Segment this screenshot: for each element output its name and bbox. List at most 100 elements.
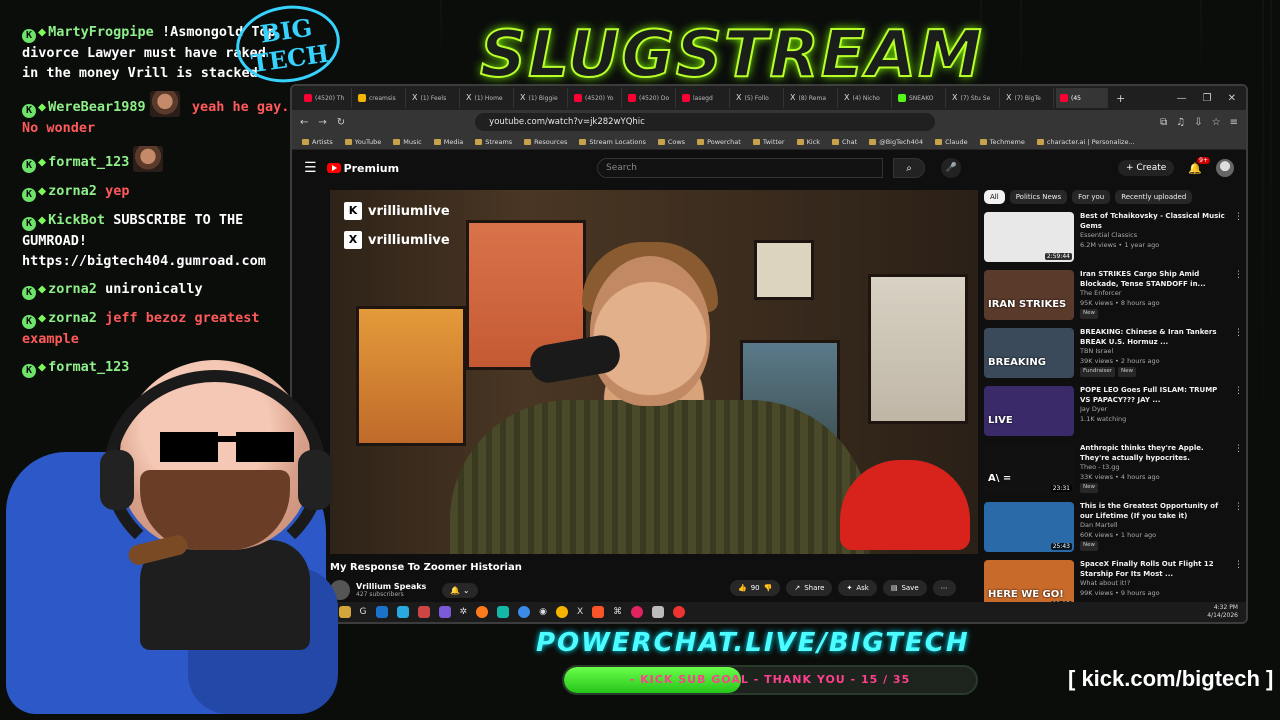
recommendation-channel[interactable]: What about it!? [1080, 579, 1228, 589]
recommendation-item[interactable]: IRAN STRIKES Iran STRIKES Cargo Ship Amid… [984, 270, 1243, 322]
edge-icon[interactable] [518, 606, 531, 618]
menu-icon[interactable]: ≡ [1230, 117, 1238, 128]
search-button[interactable]: ⌕ [893, 158, 926, 178]
more-options-icon[interactable]: ⋮ [1234, 444, 1243, 496]
create-button[interactable]: + Create [1117, 160, 1175, 176]
video-thumbnail[interactable]: LIVE [984, 386, 1074, 436]
recommendation-channel[interactable]: TBN Israel [1080, 347, 1228, 357]
browser-tab[interactable]: X (7) BigTe [1002, 88, 1054, 108]
recommendation-title[interactable]: This is the Greatest Opportunity of our … [1080, 502, 1228, 521]
bookmark-item[interactable]: Techmeme [980, 138, 1025, 146]
recommendation-item[interactable]: BREAKING BREAKING: Chinese & Iran Tankers… [984, 328, 1243, 380]
telegram-icon[interactable] [396, 606, 409, 618]
recommendation-item[interactable]: 25:43 This is the Greatest Opportunity of… [984, 502, 1243, 554]
recommendation-channel[interactable]: The Enforcer [1080, 289, 1228, 299]
bookmark-item[interactable]: Kick [797, 138, 820, 146]
video-thumbnail[interactable]: 2:59:44 [984, 212, 1074, 262]
forward-icon[interactable]: → [318, 117, 326, 128]
bookmark-item[interactable]: Chat [832, 138, 857, 146]
youtube-logo[interactable]: Premium [326, 162, 399, 175]
filter-chip[interactable]: All [984, 190, 1005, 204]
share-button[interactable]: ↗ Share [786, 580, 833, 596]
chat-username[interactable]: MartyFrogpipe [48, 24, 154, 40]
recommendation-title[interactable]: SpaceX Finally Rolls Out Flight 12 Stars… [1080, 560, 1228, 579]
filter-chip[interactable]: Recently uploaded [1115, 190, 1193, 204]
app-icon[interactable] [652, 606, 665, 618]
bookmark-item[interactable]: Twitter [753, 138, 785, 146]
new-tab-button[interactable]: + [1116, 92, 1125, 105]
chat-username[interactable]: zorna2 [48, 310, 97, 326]
hamburger-menu-icon[interactable]: ☰ [304, 160, 317, 176]
more-options-icon[interactable]: ⋮ [1234, 270, 1243, 322]
app-icon[interactable] [631, 606, 644, 618]
more-options-icon[interactable]: ⋮ [1234, 328, 1243, 380]
notification-bell-button[interactable]: 🔔 ⌄ [442, 582, 478, 598]
browser-tab[interactable]: creamsis [354, 88, 406, 108]
chat-username[interactable]: zorna2 [48, 281, 97, 297]
bookmark-item[interactable]: Artists [302, 138, 333, 146]
recommendation-item[interactable]: LIVE POPE LEO Goes Full ISLAM: TRUMP VS P… [984, 386, 1243, 438]
recommendation-title[interactable]: Anthropic thinks they're Apple. They're … [1080, 444, 1228, 463]
recommendation-channel[interactable]: Essential Classics [1080, 231, 1228, 241]
recommendation-item[interactable]: A\ = 23:31 Anthropic thinks they're Apple… [984, 444, 1243, 496]
video-thumbnail[interactable]: A\ = 23:31 [984, 444, 1074, 494]
voice-search-button[interactable]: 🎤 [941, 158, 962, 178]
filter-chip[interactable]: For you [1072, 190, 1111, 204]
browser-tab[interactable]: (45 [1056, 88, 1108, 108]
bookmark-star-icon[interactable]: ☆ [1212, 117, 1221, 128]
recommendation-channel[interactable]: Dan Martell [1080, 521, 1228, 531]
ask-button[interactable]: ✦ Ask [838, 580, 877, 596]
more-options-icon[interactable]: ⋮ [1234, 502, 1243, 554]
recommendation-channel[interactable]: Jay Dyer [1080, 405, 1228, 415]
app-icon[interactable] [417, 606, 430, 618]
bookmark-item[interactable]: Streams [475, 138, 512, 146]
more-options-icon[interactable]: ⋮ [1234, 386, 1243, 438]
bookmark-item[interactable]: YouTube [345, 138, 381, 146]
bookmark-item[interactable]: Resources [524, 138, 567, 146]
ai-icon[interactable]: ✲ [460, 607, 468, 617]
google-icon[interactable]: G [360, 607, 367, 617]
music-icon[interactable]: ♫ [1176, 117, 1185, 128]
thumbs-down-icon[interactable]: 👎 [764, 584, 773, 592]
more-options-icon[interactable]: ⋮ [1234, 212, 1243, 264]
video-thumbnail[interactable]: IRAN STRIKES [984, 270, 1074, 320]
close-window-icon[interactable]: ✕ [1228, 93, 1236, 104]
steam-icon[interactable] [375, 606, 388, 618]
recommendation-item[interactable]: 2:59:44 Best of Tchaikovsky - Classical M… [984, 212, 1243, 264]
bookmark-item[interactable]: Powerchat [697, 138, 741, 146]
address-bar[interactable]: youtube.com/watch?v=jk282wYQhic [475, 113, 936, 131]
minimize-icon[interactable]: — [1177, 93, 1187, 104]
file-explorer-icon[interactable] [338, 606, 351, 618]
recommendation-title[interactable]: Best of Tchaikovsky - Classical Music Ge… [1080, 212, 1228, 231]
video-thumbnail[interactable]: BREAKING [984, 328, 1074, 378]
chat-username[interactable]: format_123 [48, 359, 129, 375]
recommendation-title[interactable]: BREAKING: Chinese & Iran Tankers BREAK U… [1080, 328, 1228, 347]
chat-username[interactable]: KickBot [48, 212, 105, 228]
x-app-icon[interactable]: X [577, 607, 583, 617]
discord-icon[interactable] [438, 606, 451, 618]
system-clock[interactable]: 4:32 PM 4/14/2026 [1207, 604, 1246, 620]
app-icon[interactable] [497, 606, 510, 618]
chrome-icon[interactable] [555, 606, 568, 618]
notifications-button[interactable]: 🔔 9+ [1188, 156, 1210, 175]
channel-name[interactable]: Vrillium Speaks [356, 582, 426, 591]
bookmark-item[interactable]: Cows [658, 138, 685, 146]
bookmark-item[interactable]: character.ai | Personalize... [1037, 138, 1135, 146]
search-input[interactable]: Search [597, 158, 884, 178]
bookmark-item[interactable]: Music [393, 138, 422, 146]
browser-tab[interactable]: (4520) Th [300, 88, 352, 108]
bookmark-item[interactable]: Media [434, 138, 464, 146]
download-icon[interactable]: ⇩ [1194, 117, 1202, 128]
more-actions-button[interactable]: ⋯ [932, 580, 956, 596]
firefox-icon[interactable] [476, 606, 489, 618]
video-player[interactable]: K vrilliumlive X vrilliumlive [330, 190, 978, 554]
like-button[interactable]: 👍 90 👎 [730, 580, 781, 596]
filter-chip[interactable]: Politics News [1009, 190, 1068, 204]
chat-username[interactable]: WereBear1989 [48, 99, 146, 115]
bookmark-item[interactable]: Claude [935, 138, 968, 146]
record-icon[interactable] [673, 606, 686, 618]
browser-tab[interactable]: X (1) Feels [408, 88, 460, 108]
app-icon[interactable]: ⌘ [613, 607, 622, 617]
brave-icon[interactable] [592, 606, 605, 618]
obs-icon[interactable]: ◉ [539, 607, 547, 617]
